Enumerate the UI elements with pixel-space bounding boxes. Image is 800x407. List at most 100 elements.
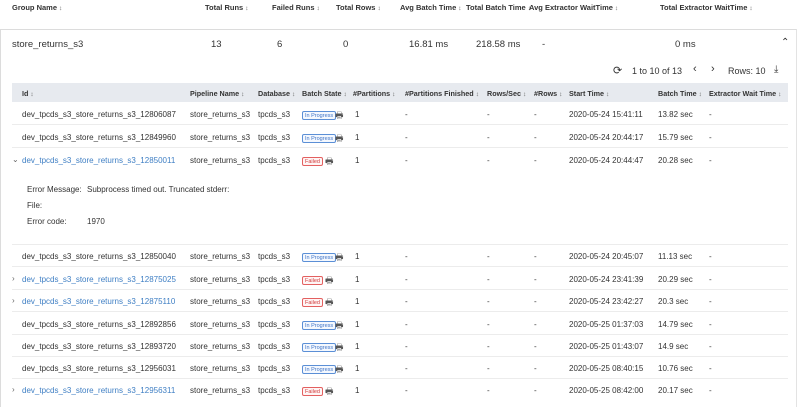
prev-page-icon[interactable]: ‹ [693,63,697,75]
sort-icon[interactable]: ↕ [377,5,380,12]
print-icon[interactable]: 🖶 [335,318,344,334]
rows-sec: - [487,364,490,373]
table-row[interactable]: dev_tpcds_s3_store_returns_s3_12893720 s… [12,335,788,357]
sort-icon[interactable]: ↕ [778,91,781,98]
collapsed-chevron-icon[interactable]: › [12,296,15,305]
refresh-icon[interactable]: ⟳ [613,64,622,77]
next-page-icon[interactable]: › [711,63,715,75]
start-time: 2020-05-25 01:43:07 [569,342,644,351]
table-row[interactable]: dev_tpcds_s3_store_returns_s3_12849960 s… [12,126,788,148]
col-rows-sec[interactable]: Rows/Sec ↕ [487,89,526,98]
collapsed-chevron-icon[interactable]: › [12,274,15,283]
start-time: 2020-05-25 08:42:00 [569,386,644,395]
col-group-name[interactable]: Group Name ↕ [12,3,62,12]
database-name: tpcds_s3 [258,342,291,351]
extractor-wait-time: - [709,386,712,395]
partitions: 1 [355,386,360,395]
col-id[interactable]: Id ↕ [22,89,34,98]
print-icon[interactable]: 🖶 [325,384,334,400]
col-failed-runs[interactable]: Failed Runs ↕ [272,3,320,12]
rows-count: - [534,297,537,306]
table-row[interactable]: dev_tpcds_s3_store_returns_s3_12806087 s… [12,103,788,125]
sort-icon[interactable]: ↕ [344,91,347,98]
rows-per-page-select[interactable]: Rows: 10 [728,66,766,76]
batch-id-link[interactable]: dev_tpcds_s3_store_returns_s3_12850011 [22,156,175,165]
expanded-chevron-icon[interactable]: ⌄ [12,155,19,164]
table-row[interactable]: › dev_tpcds_s3_store_returns_s3_12956311… [12,379,788,401]
partitions-finished: - [405,342,408,351]
sort-icon[interactable]: ↕ [392,91,395,98]
col-partitions-finished[interactable]: #Partitions Finished ↕ [405,89,479,98]
rows-sec: - [487,320,490,329]
sort-icon[interactable]: ↕ [59,5,62,12]
print-icon[interactable]: 🖶 [325,273,334,289]
collapse-icon[interactable]: ⌃ [781,37,789,48]
sort-icon[interactable]: ↕ [245,5,248,12]
col-extractor-wait-time[interactable]: Extractor Wait Time ↕ [709,89,781,98]
partitions-finished: - [405,297,408,306]
partitions-finished: - [405,156,408,165]
batch-time: 11.13 sec [658,252,693,261]
col-start-time[interactable]: Start Time ↕ [569,89,609,98]
pager-range: 1 to 10 of 13 [632,66,683,76]
batch-id-link[interactable]: dev_tpcds_s3_store_returns_s3_12875025 [22,275,176,284]
group-total-rows: 0 [343,39,349,50]
sort-icon[interactable]: ↕ [241,91,244,98]
batch-id-link[interactable]: dev_tpcds_s3_store_returns_s3_12956311 [22,386,175,395]
print-icon[interactable]: 🖶 [335,362,344,378]
table-row[interactable]: ⌄ dev_tpcds_s3_store_returns_s3_12850011… [12,149,788,171]
col-database[interactable]: Database ↕ [258,89,295,98]
batch-time: 20.28 sec [658,156,693,165]
sort-icon[interactable]: ↕ [30,91,33,98]
error-detail-panel: Error Message: Subprocess timed out. Tru… [12,174,788,245]
sort-icon[interactable]: ↕ [749,5,752,12]
batch-time: 14.9 sec [658,342,689,351]
table-row[interactable]: › dev_tpcds_s3_store_returns_s3_12875025… [12,268,788,290]
error-file-label: File: [27,201,43,210]
table-row[interactable]: dev_tpcds_s3_store_returns_s3_12956031 s… [12,357,788,379]
table-row[interactable]: dev_tpcds_s3_store_returns_s3_12892856 s… [12,313,788,335]
table-row[interactable]: › dev_tpcds_s3_store_returns_s3_12875110… [12,290,788,312]
pipeline-name: store_returns_s3 [190,297,251,306]
col-total-batch-time[interactable]: Total Batch Time ↕ [466,3,531,12]
col-total-rows[interactable]: Total Rows ↕ [336,3,381,12]
col-partitions[interactable]: #Partitions ↕ [353,89,395,98]
rows-sec: - [487,297,490,306]
print-icon[interactable]: 🖶 [325,295,334,311]
col-batch-time[interactable]: Batch Time ↕ [658,89,702,98]
table-row[interactable]: dev_tpcds_s3_store_returns_s3_12850040 s… [12,245,788,267]
sort-icon[interactable]: ↕ [317,5,320,12]
col-avg-extractor-wait[interactable]: Avg Extractor WaitTime ↕ [529,3,618,12]
rows-sec: - [487,133,490,142]
partitions-finished: - [405,364,408,373]
print-icon[interactable]: 🖶 [335,131,344,147]
print-icon[interactable]: 🖶 [335,108,344,124]
start-time: 2020-05-24 23:42:27 [569,297,644,306]
sort-icon[interactable]: ↕ [458,5,461,12]
partitions: 1 [355,252,360,261]
print-icon[interactable]: 🖶 [335,340,344,356]
download-icon[interactable]: ⤓ [774,64,778,75]
sort-icon[interactable]: ↕ [476,91,479,98]
group-total-runs: 13 [211,39,222,50]
sort-icon[interactable]: ↕ [292,91,295,98]
print-icon[interactable]: 🖶 [325,154,334,170]
col-total-extractor-wait[interactable]: Total Extractor WaitTime ↕ [660,3,753,12]
sort-icon[interactable]: ↕ [559,91,562,98]
sort-icon[interactable]: ↕ [699,91,702,98]
col-pipeline-name[interactable]: Pipeline Name ↕ [190,89,244,98]
start-time: 2020-05-25 01:37:03 [569,320,644,329]
batch-id-link[interactable]: dev_tpcds_s3_store_returns_s3_12875110 [22,297,175,306]
rows-count: - [534,252,537,261]
print-icon[interactable]: 🖶 [335,250,344,266]
col-batch-state[interactable]: Batch State ↕ [302,89,347,98]
sort-icon[interactable]: ↕ [615,5,618,12]
extractor-wait-time: - [709,297,712,306]
pipeline-name: store_returns_s3 [190,133,251,142]
col-avg-batch-time[interactable]: Avg Batch Time ↕ [400,3,462,12]
collapsed-chevron-icon[interactable]: › [12,385,15,394]
sort-icon[interactable]: ↕ [606,91,609,98]
col-total-runs[interactable]: Total Runs ↕ [205,3,248,12]
sort-icon[interactable]: ↕ [523,91,526,98]
col-rows[interactable]: #Rows ↕ [534,89,562,98]
